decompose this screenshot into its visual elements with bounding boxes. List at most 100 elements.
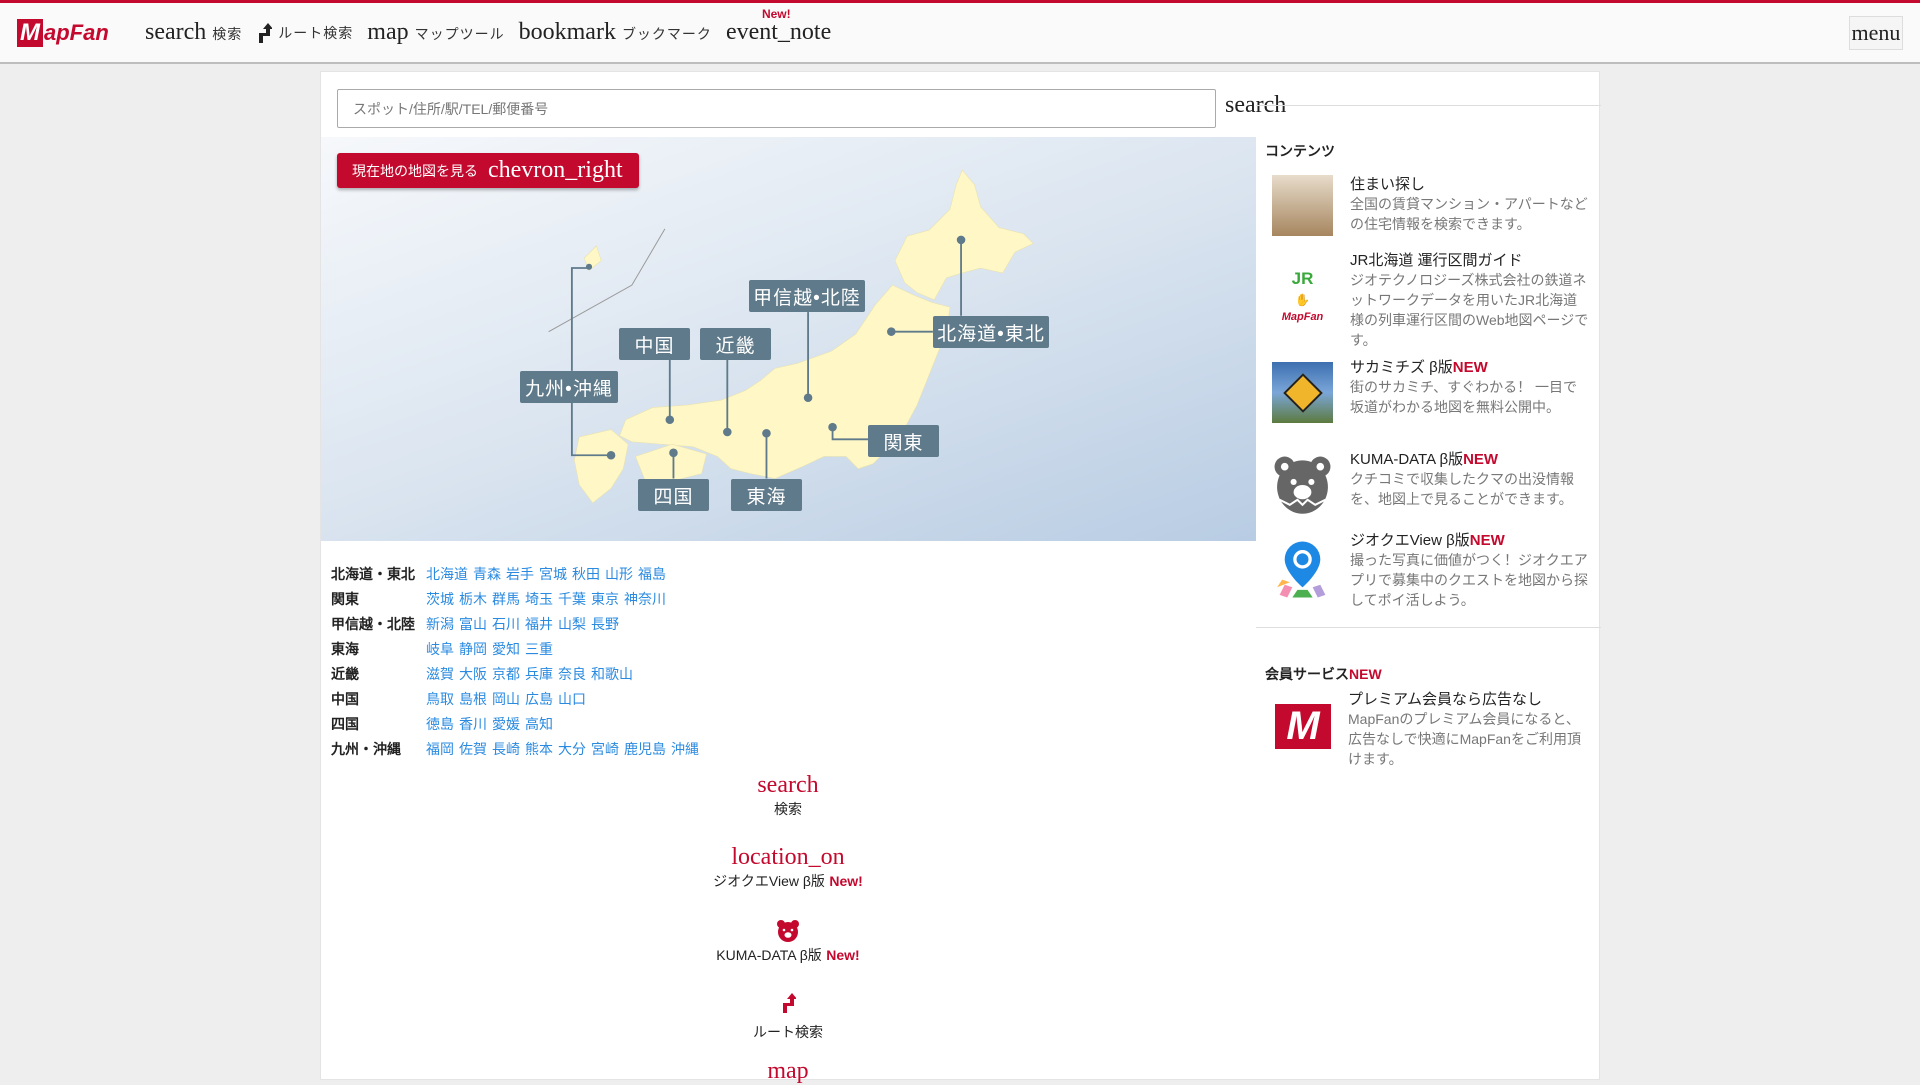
item-desc: クチコミで収集したクマの出没情報を、地図上で見ることができます。 bbox=[1350, 471, 1574, 507]
current-location-map-button[interactable]: 現在地の地図を見る chevron_right bbox=[337, 153, 639, 188]
event-note-icon: event_note bbox=[725, 19, 832, 45]
prefecture-link[interactable]: 和歌山 bbox=[591, 666, 633, 682]
prefecture-link[interactable]: 岡山 bbox=[492, 691, 520, 707]
prefecture-link[interactable]: 山口 bbox=[558, 691, 586, 707]
bottom-geoquest[interactable]: location_on ジオクエView β版 New! bbox=[688, 844, 888, 891]
menu-label: ジオクエView β版 bbox=[713, 873, 825, 889]
prefecture-link[interactable]: 石川 bbox=[492, 616, 520, 632]
region-name: 近畿 bbox=[331, 665, 359, 682]
prefecture-link[interactable]: 鳥取 bbox=[426, 691, 454, 707]
nav-event-note[interactable]: New! event_note bbox=[725, 7, 832, 46]
prefecture-link[interactable]: 山形 bbox=[605, 566, 633, 582]
japan-region-map[interactable]: 現在地の地図を見る chevron_right 九州•沖縄 中国 近畿 甲信越•北… bbox=[321, 137, 1256, 541]
prefecture-link[interactable]: 静岡 bbox=[459, 641, 487, 657]
nav-route[interactable]: ルート検索 bbox=[256, 22, 353, 43]
prefecture-link[interactable]: 三重 bbox=[525, 641, 553, 657]
bottom-map[interactable]: map bbox=[688, 1058, 888, 1085]
prefecture-link[interactable]: 沖縄 bbox=[671, 741, 699, 757]
prefecture-link[interactable]: 長野 bbox=[591, 616, 619, 632]
prefecture-link[interactable]: 福井 bbox=[525, 616, 553, 632]
route-icon bbox=[259, 22, 273, 43]
prefecture-link[interactable]: 鹿児島 bbox=[624, 741, 666, 757]
item-title: プレミアム会員なら広告なし bbox=[1348, 691, 1542, 708]
prefecture-link[interactable]: 秋田 bbox=[572, 566, 600, 582]
prefecture-link[interactable]: 長崎 bbox=[492, 741, 520, 757]
main-nav: search 検索 ルート検索 map マップツール bookmark ブックマーク … bbox=[145, 7, 832, 46]
prefecture-link[interactable]: 島根 bbox=[459, 691, 487, 707]
prefecture-link[interactable]: 栃木 bbox=[459, 591, 487, 607]
prefecture-link[interactable]: 茨城 bbox=[426, 591, 454, 607]
item-desc: 街のサカミチ、すぐわかる！ 一目で坂道がわかる地図を無料公開中。 bbox=[1350, 379, 1578, 415]
prefecture-link[interactable]: 宮城 bbox=[539, 566, 567, 582]
search-icon: search bbox=[145, 19, 207, 45]
premium-member-item[interactable]: M プレミアム会員なら広告なし MapFanのプレミアム会員になると、広告なしで快… bbox=[1272, 690, 1592, 769]
region-koshinetsu-hokuriku[interactable]: 甲信越•北陸 bbox=[749, 280, 865, 312]
prefecture-link[interactable]: 奈良 bbox=[558, 666, 586, 682]
prefecture-link[interactable]: 神奈川 bbox=[624, 591, 666, 607]
prefecture-link[interactable]: 徳島 bbox=[426, 716, 454, 732]
region-name: 関東 bbox=[331, 590, 359, 607]
content-item-sakamichizu[interactable]: サカミチズ β版NEW 街のサカミチ、すぐわかる！ 一目で坂道がわかる地図を無料公… bbox=[1272, 358, 1592, 423]
top-header: MapFan search 検索 ルート検索 map マップツール bookmark… bbox=[0, 0, 1920, 64]
bottom-route[interactable]: ルート検索 bbox=[688, 992, 888, 1042]
prefecture-link[interactable]: 大分 bbox=[558, 741, 586, 757]
prefecture-link[interactable]: 広島 bbox=[525, 691, 553, 707]
item-title: サカミチズ β版 bbox=[1350, 359, 1453, 376]
prefecture-link[interactable]: 熊本 bbox=[525, 741, 553, 757]
region-shikoku[interactable]: 四国 bbox=[638, 479, 709, 511]
region-hokkaido-tohoku[interactable]: 北海道•東北 bbox=[933, 316, 1049, 348]
prefecture-link[interactable]: 埼玉 bbox=[525, 591, 553, 607]
region-row: 近畿 滋賀 大阪 京都 兵庫 奈良 和歌山 bbox=[331, 661, 704, 686]
item-desc: ジオテクノロジーズ株式会社の鉄道ネットワークデータを用いたJR北海道様の列車運行… bbox=[1350, 272, 1589, 348]
prefecture-link[interactable]: 東京 bbox=[591, 591, 619, 607]
region-row: 関東 茨城 栃木 群馬 埼玉 千葉 東京 神奈川 bbox=[331, 586, 704, 611]
bottom-kuma-data[interactable]: KUMA-DATA β版 New! bbox=[688, 919, 888, 965]
prefecture-link[interactable]: 愛媛 bbox=[492, 716, 520, 732]
prefecture-link[interactable]: 岐阜 bbox=[426, 641, 454, 657]
prefecture-link[interactable]: 愛知 bbox=[492, 641, 520, 657]
new-badge: NEW bbox=[1452, 359, 1488, 376]
prefecture-link[interactable]: 北海道 bbox=[426, 566, 468, 582]
prefecture-link[interactable]: 滋賀 bbox=[426, 666, 454, 682]
prefecture-link[interactable]: 岩手 bbox=[506, 566, 534, 582]
region-row: 九州・沖縄 福岡 佐賀 長崎 熊本 大分 宮崎 鹿児島 沖縄 bbox=[331, 736, 704, 761]
nav-search[interactable]: search 検索 bbox=[145, 19, 242, 46]
prefecture-link[interactable]: 群馬 bbox=[492, 591, 520, 607]
prefecture-link[interactable]: 山梨 bbox=[558, 616, 586, 632]
new-badge: NEW bbox=[1469, 532, 1505, 549]
content-item-jr-hokkaido[interactable]: JR ✋ MapFan JR北海道 運行区間ガイド ジオテクノロジーズ株式会社の鉄道ネ… bbox=[1272, 251, 1592, 350]
prefecture-link[interactable]: 香川 bbox=[459, 716, 487, 732]
prefecture-link[interactable]: 大阪 bbox=[459, 666, 487, 682]
nav-bookmark[interactable]: bookmark ブックマーク bbox=[519, 19, 712, 46]
location-pin-icon bbox=[1277, 541, 1326, 598]
heading-text: 会員サービス bbox=[1265, 666, 1349, 682]
region-chugoku[interactable]: 中国 bbox=[619, 328, 690, 360]
mapfan-logo[interactable]: MapFan bbox=[17, 18, 123, 47]
search-input[interactable] bbox=[337, 89, 1216, 128]
content-item-geoquest[interactable]: ジオクエView β版NEW 撮った写真に価値がつく！ジオクエアプリで募集中のクエ… bbox=[1272, 531, 1592, 610]
region-tokai[interactable]: 東海 bbox=[731, 479, 802, 511]
prefecture-link[interactable]: 福島 bbox=[638, 566, 666, 582]
prefecture-link[interactable]: 青森 bbox=[473, 566, 501, 582]
prefecture-link[interactable]: 千葉 bbox=[558, 591, 586, 607]
region-kyushu-okinawa[interactable]: 九州•沖縄 bbox=[520, 371, 618, 403]
prefecture-link[interactable]: 佐賀 bbox=[459, 741, 487, 757]
prefecture-link[interactable]: 高知 bbox=[525, 716, 553, 732]
nav-map-tools[interactable]: map マップツール bbox=[367, 19, 504, 46]
prefecture-link[interactable]: 新潟 bbox=[426, 616, 454, 632]
region-row: 中国 鳥取 島根 岡山 広島 山口 bbox=[331, 686, 704, 711]
route-icon bbox=[783, 993, 796, 1013]
prefecture-link[interactable]: 京都 bbox=[492, 666, 520, 682]
menu-button[interactable]: menu bbox=[1849, 16, 1903, 50]
prefecture-link[interactable]: 兵庫 bbox=[525, 666, 553, 682]
region-kinki[interactable]: 近畿 bbox=[700, 328, 771, 360]
content-item-kuma-data[interactable]: KUMA-DATA β版NEW クチコミで収集したクマの出没情報を、地図上で見るこ… bbox=[1272, 450, 1592, 515]
prefecture-link[interactable]: 宮崎 bbox=[591, 741, 619, 757]
content-item-housing[interactable]: 住まい探し 全国の賃貸マンション・アパートなどの住宅情報を検索できます。 bbox=[1272, 175, 1592, 236]
prefecture-link[interactable]: 福岡 bbox=[426, 741, 454, 757]
prefecture-link[interactable]: 富山 bbox=[459, 616, 487, 632]
bottom-search[interactable]: search 検索 bbox=[688, 772, 888, 819]
menu-label: KUMA-DATA β版 bbox=[716, 947, 822, 963]
region-row: 四国 徳島 香川 愛媛 高知 bbox=[331, 711, 704, 736]
region-kanto[interactable]: 関東 bbox=[868, 425, 939, 457]
